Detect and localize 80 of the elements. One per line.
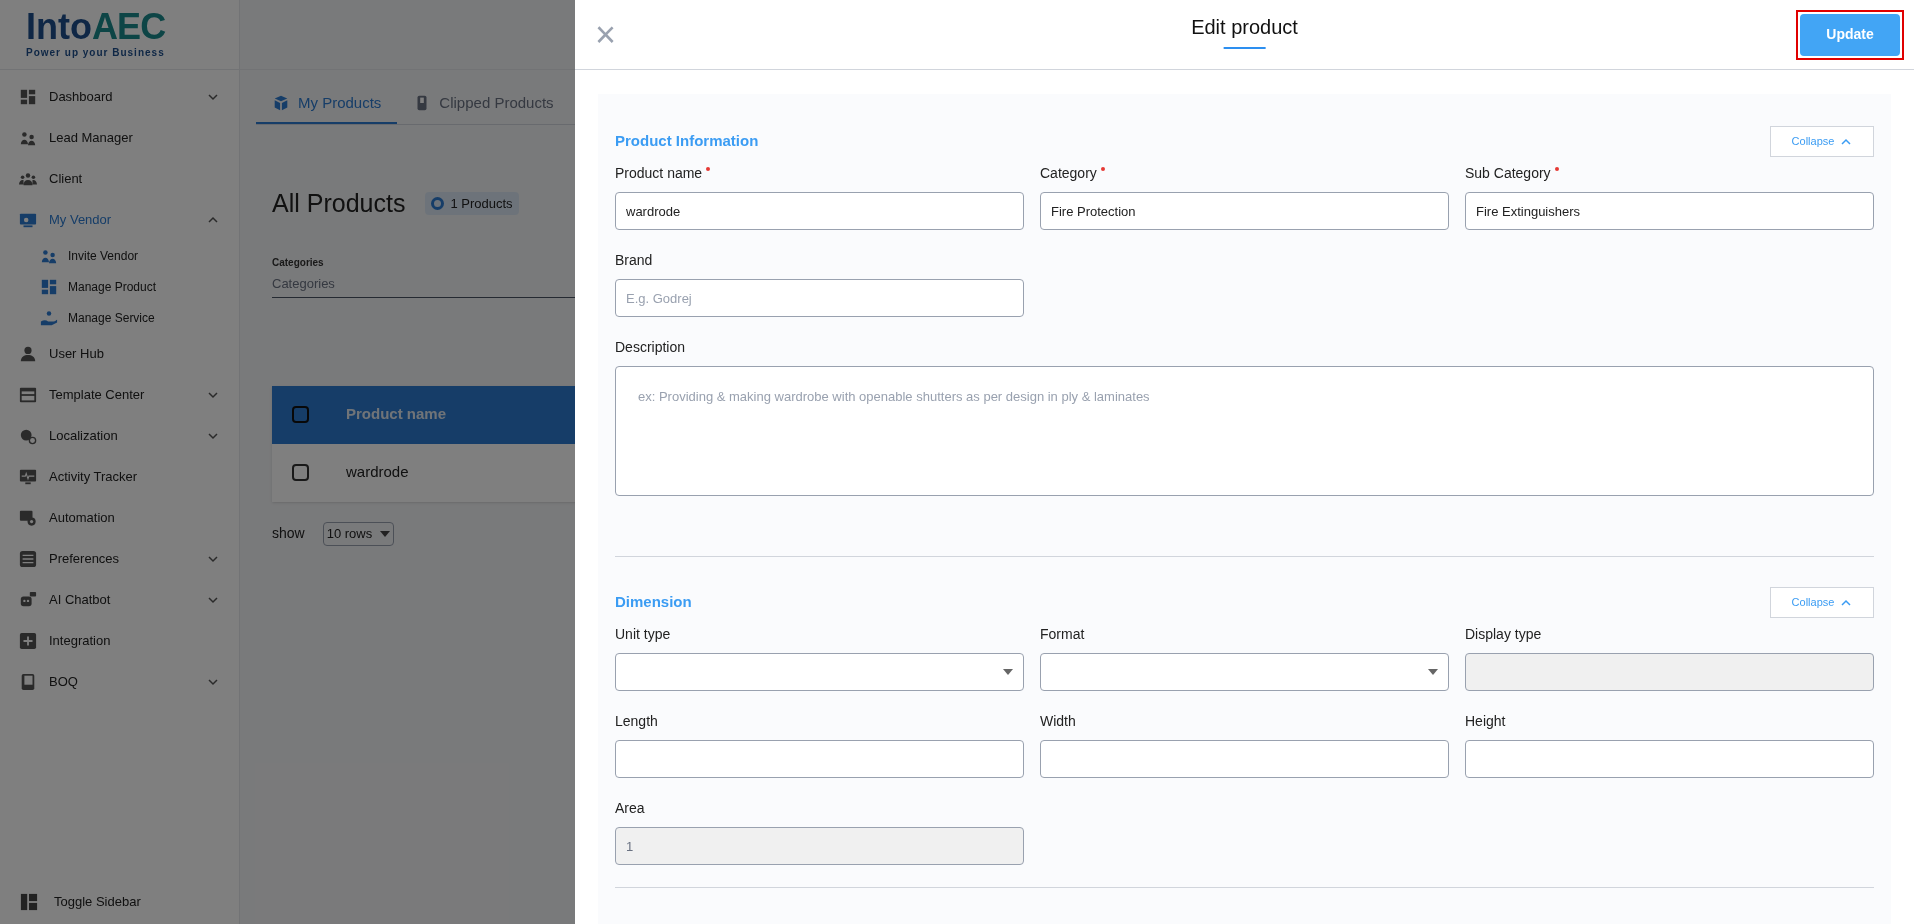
section-title: Product Information [615, 131, 759, 152]
caret-icon [380, 530, 391, 537]
tab[interactable]: My Products [256, 84, 398, 124]
column-header: Product name [346, 404, 447, 425]
hand-icon [40, 308, 58, 327]
required-marker [1100, 167, 1105, 171]
collapse-button[interactable]: Collapse [1770, 587, 1874, 618]
field-label: Product name [615, 164, 703, 183]
ring-icon [431, 197, 445, 211]
page-title: All Products [272, 188, 406, 219]
close-button[interactable]: × [595, 16, 617, 53]
field-label: Brand [615, 251, 653, 270]
field-label: Area [615, 799, 645, 818]
sidebar-item[interactable]: Dashboard [0, 76, 239, 117]
select-field[interactable] [615, 653, 1024, 691]
caret-icon [1003, 669, 1013, 675]
person-icon [19, 344, 37, 363]
description-field[interactable]: ex: Providing & making wardrobe with openable shutters as per design in ply & laminates [615, 366, 1874, 496]
boxes-icon [272, 94, 290, 112]
robot-icon [19, 590, 37, 609]
title-underline [1223, 47, 1266, 49]
sidebar-item[interactable]: Preferences [0, 538, 239, 579]
grid-icon [19, 87, 37, 106]
field-label: Sub Category [1465, 164, 1551, 183]
sidebar-item[interactable]: Client [0, 158, 239, 199]
sidebar-item[interactable]: Template Center [0, 374, 239, 415]
rows-per-page-select[interactable]: 10 rows [322, 521, 395, 546]
grid-icon [40, 277, 58, 296]
input-field[interactable]: wardrode [615, 192, 1024, 230]
select-field[interactable] [1040, 653, 1449, 691]
toggle-sidebar-button[interactable]: Toggle Sidebar [0, 880, 239, 924]
input-field[interactable]: Fire Extinguishers [1465, 192, 1874, 230]
field-label: Height [1465, 712, 1506, 731]
field-label: Format [1040, 625, 1085, 644]
checkbox[interactable] [292, 406, 309, 423]
plus-icon [19, 631, 37, 650]
input-field[interactable] [1465, 740, 1874, 778]
sidebar-item[interactable]: Localization [0, 415, 239, 456]
field-label: Display type [1465, 625, 1542, 644]
filter-label: Categories [272, 255, 324, 270]
book-icon [19, 672, 37, 691]
input-field[interactable] [1040, 740, 1449, 778]
sidebar-item[interactable]: User Hub [0, 333, 239, 374]
tab[interactable]: Clipped Products [397, 84, 570, 124]
sidebar-item[interactable]: AI Chatbot [0, 579, 239, 620]
required-marker [1554, 167, 1559, 171]
collapse-button[interactable]: Collapse [1770, 126, 1874, 157]
sidebar-subitem[interactable]: Manage Product [0, 271, 239, 302]
sidebar-subitem[interactable]: Manage Service [0, 302, 239, 333]
field-label: Category [1040, 164, 1097, 183]
layout-icon [20, 893, 38, 911]
input-field[interactable] [615, 740, 1024, 778]
modal-title: Edit product [1191, 15, 1298, 40]
sidebar-item[interactable]: BOQ [0, 661, 239, 702]
monitor-icon [19, 467, 37, 486]
table-cell-text: wardrode [346, 462, 409, 483]
input-field[interactable]: Fire Protection [1040, 192, 1449, 230]
sidebar-subitem[interactable]: Invite Vendor [0, 240, 239, 271]
count-badge: 1 Products [425, 192, 519, 216]
caret-icon [1428, 669, 1438, 675]
sidebar-item[interactable]: Integration [0, 620, 239, 661]
input-field[interactable]: E.g. Godrej [615, 279, 1024, 317]
input-field: 1 [615, 827, 1024, 865]
section-title: Dimension [615, 592, 692, 613]
update-button[interactable]: Update [1800, 13, 1900, 56]
field-label: Description [615, 338, 686, 357]
field-label: Unit type [615, 625, 671, 644]
logo: IntoAEC Power up your Business [0, 0, 239, 70]
sidebar-item[interactable]: Activity Tracker [0, 456, 239, 497]
sidebar-item[interactable]: Automation [0, 497, 239, 538]
checkbox[interactable] [292, 464, 309, 481]
sidebar-item[interactable]: My Vendor [0, 199, 239, 240]
gear-icon [19, 508, 37, 527]
sliders-icon [19, 549, 37, 568]
sidebar-item[interactable]: Lead Manager [0, 117, 239, 158]
field-label: Width [1040, 712, 1076, 731]
field-label: Length [615, 712, 658, 731]
layout-icon [19, 385, 37, 404]
pagination-label: show [272, 524, 305, 543]
required-marker [706, 167, 711, 171]
